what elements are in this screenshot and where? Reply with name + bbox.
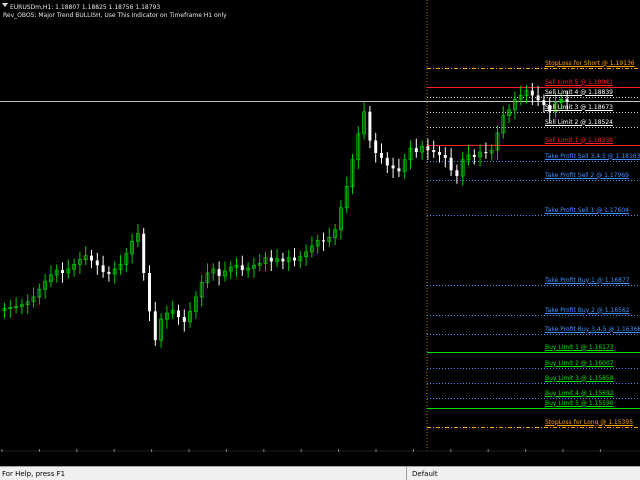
level-label-7: Take Profit Sell 2 @ 1.17969 (545, 171, 629, 179)
candle-body-81 (472, 154, 476, 157)
level-label-15: Buy Limit 4 @ 1.15692 (545, 389, 614, 397)
status-bar: For Help, press F1 Default (0, 466, 640, 480)
level-label-17: StopLoss for Long @ 1.15395 (545, 418, 634, 426)
level-label-0: StopLoss for Short @ 1.19136 (545, 59, 635, 67)
candle-body-76 (443, 154, 447, 158)
level-label-4: Sell Limit 2 @ 1.18524 (545, 118, 613, 126)
level-label-2: Sell Limit 4 @ 1.18839 (545, 88, 613, 96)
candle-body-64 (374, 140, 378, 154)
level-label-14: Buy Limit 3 @ 1.15858 (545, 374, 614, 382)
candle-body-25 (148, 272, 151, 312)
level-label-16: Buy Limit 5 @ 1.15590 (545, 399, 614, 407)
price-chart-svg[interactable] (0, 0, 640, 452)
candle-body-50 (293, 257, 296, 261)
level-label-1: Sell Limit 5 @ 1.18941 (545, 78, 613, 86)
candle-body-15 (90, 255, 93, 261)
candle-body-48 (281, 258, 285, 262)
indicator-info: Rev_OBOS: Major Trend BULLISH, Use This … (3, 12, 227, 19)
candle-body-24 (142, 233, 146, 273)
level-label-6: Take Profit Sell 3,4,5 @ 1.18163 (545, 152, 640, 160)
level-label-9: Take Profit Buy 1 @ 1.16877 (545, 276, 630, 284)
candle-body-66 (385, 157, 389, 166)
candle-body-31 (182, 317, 186, 322)
level-label-10: Take Profit Buy 2 @ 1.16562 (545, 306, 630, 314)
candle-body-30 (177, 310, 180, 318)
candle-body-92 (536, 95, 540, 101)
candle-body-26 (153, 311, 157, 341)
level-label-8: Take Profit Sell 1 @ 1.17604 (545, 206, 629, 214)
symbol-info: EURUSDm,H1: 1.18807 1.18825 1.18756 1.18… (10, 4, 161, 11)
candle-body-17 (101, 265, 105, 273)
status-help-text: For Help, press F1 (2, 470, 66, 478)
candle-body-74 (432, 150, 436, 153)
candle-body-41 (240, 265, 244, 271)
candle-body-78 (455, 170, 459, 177)
level-label-5: Sell Limit 1 @ 1.18338 (545, 136, 613, 144)
price-chart[interactable]: EURUSDm,H1: 1.18807 1.18825 1.18756 1.18… (0, 0, 640, 452)
level-label-13: Buy Limit 2 @ 1.16007 (545, 359, 614, 367)
level-label-3: Sell Limit 3 @ 1.18673 (545, 103, 613, 111)
candle-body-68 (397, 168, 401, 172)
candle-body-10 (61, 270, 64, 273)
candle-body-71 (414, 148, 418, 153)
level-label-11: Take Profit Buy 3,4,5 @ 1.16368 (545, 325, 640, 333)
chart-menu-triangle-icon[interactable] (2, 3, 8, 7)
candle-body-91 (530, 90, 534, 96)
candle-body-97 (565, 99, 569, 102)
candle-body-37 (217, 269, 221, 276)
candle-body-16 (95, 260, 99, 266)
chart-bottom-margin (0, 452, 640, 466)
status-profile[interactable]: Default (406, 467, 438, 480)
candle-body-67 (391, 165, 395, 169)
candle-body-73 (426, 146, 430, 151)
candle-body-46 (269, 257, 273, 262)
candle-body-77 (449, 157, 453, 171)
level-label-12: Buy Limit 1 @ 1.16173 (545, 343, 614, 351)
candle-body-83 (484, 152, 488, 154)
candle-body-55 (322, 240, 325, 242)
candle-body-63 (368, 111, 372, 141)
candle-body-75 (438, 152, 441, 155)
candle-body-65 (380, 153, 383, 158)
candle-body-18 (107, 272, 111, 274)
